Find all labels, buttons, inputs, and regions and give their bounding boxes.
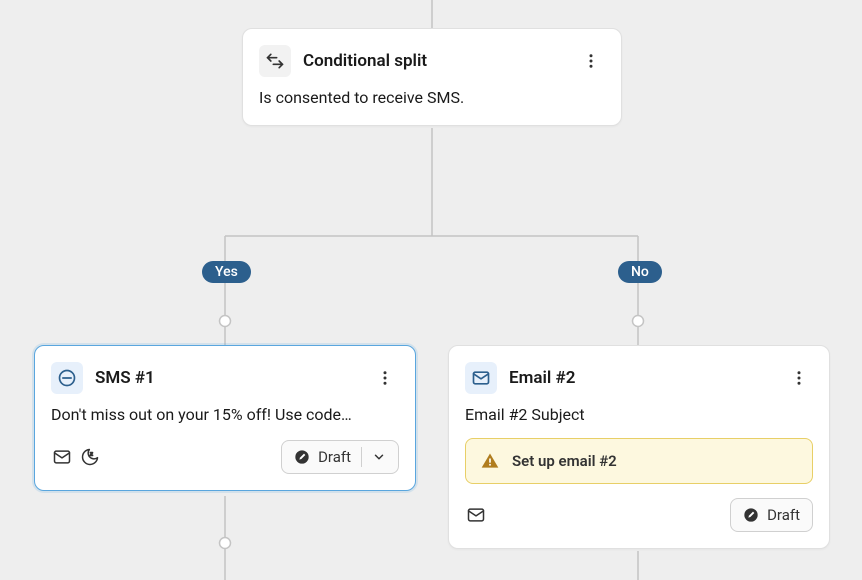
node-title: Email #2 — [509, 368, 773, 388]
status-label: Draft — [318, 448, 351, 466]
warning-icon — [480, 451, 500, 471]
quiet-hours-icon: z — [79, 446, 101, 468]
branch-label-no: No — [618, 261, 662, 283]
chevron-down-icon — [372, 450, 386, 464]
pencil-icon — [743, 507, 759, 523]
branch-label-yes: Yes — [202, 261, 251, 283]
svg-text:z: z — [90, 452, 93, 458]
node-title: SMS #1 — [95, 368, 359, 388]
node-conditional-split[interactable]: Conditional split Is consented to receiv… — [242, 28, 622, 126]
node-email-2[interactable]: Email #2 Email #2 Subject Set up email #… — [448, 345, 830, 549]
setup-warning[interactable]: Set up email #2 — [465, 438, 813, 484]
status-label: Draft — [767, 506, 800, 524]
pencil-icon — [294, 449, 310, 465]
smart-send-icon — [465, 504, 487, 526]
node-description: Is consented to receive SMS. — [259, 87, 605, 109]
more-button[interactable] — [371, 364, 399, 392]
split-icon — [259, 45, 291, 77]
warning-text: Set up email #2 — [512, 452, 617, 470]
more-button[interactable] — [785, 364, 813, 392]
smart-send-icon — [51, 446, 73, 468]
sms-preview-text: Don't miss out on your 15% off! Use code… — [51, 404, 399, 426]
status-badge[interactable]: Draft — [730, 498, 813, 532]
node-title: Conditional split — [303, 51, 565, 71]
email-subject: Email #2 Subject — [465, 404, 813, 426]
node-sms-1[interactable]: SMS #1 Don't miss out on your 15% off! U… — [34, 345, 416, 491]
email-icon — [465, 362, 497, 394]
sms-icon — [51, 362, 83, 394]
status-dropdown[interactable]: Draft — [281, 440, 399, 474]
more-button[interactable] — [577, 47, 605, 75]
